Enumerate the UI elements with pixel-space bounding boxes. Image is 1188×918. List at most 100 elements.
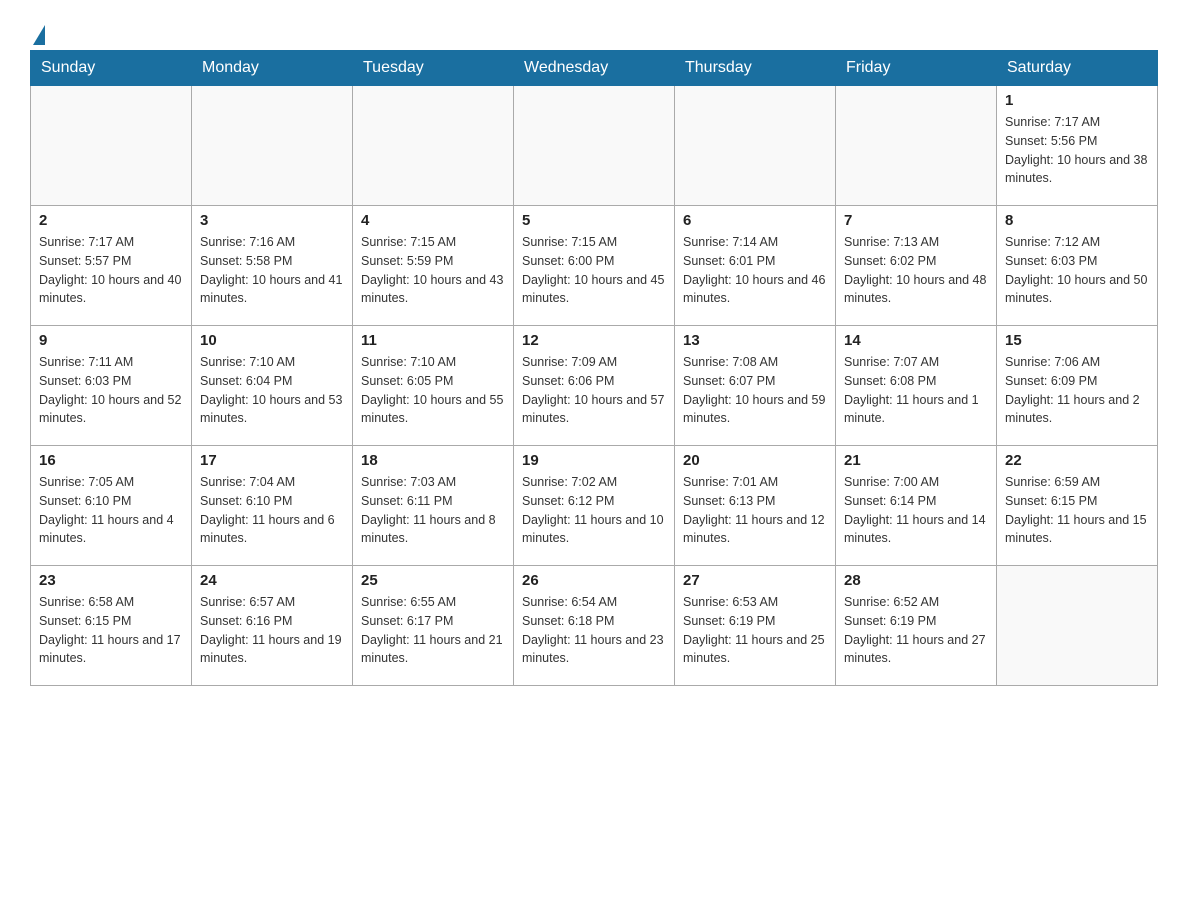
calendar-cell: 13 Sunrise: 7:08 AM Sunset: 6:07 PM Dayli… [675,326,836,446]
calendar-cell: 25 Sunrise: 6:55 AM Sunset: 6:17 PM Dayli… [353,566,514,686]
calendar-week-row: 9Sunrise: 7:11 AM Sunset: 6:03 PM Daylig… [31,326,1158,446]
day-info: Sunrise: 7:12 AM Sunset: 6:03 PM Dayligh… [1005,233,1149,308]
calendar-cell: 26 Sunrise: 6:54 AM Sunset: 6:18 PM Dayli… [514,566,675,686]
day-info: Sunrise: 7:04 AM Sunset: 6:10 PM Dayligh… [200,473,344,548]
calendar-week-row: 2 Sunrise: 7:17 AM Sunset: 5:57 PM Daylig… [31,206,1158,326]
day-number: 23 [39,572,183,589]
calendar-cell: 1Sunrise: 7:17 AM Sunset: 5:56 PM Daylig… [997,86,1158,206]
day-number: 19 [522,452,666,469]
day-info: Sunrise: 7:09 AM Sunset: 6:06 PM Dayligh… [522,353,666,428]
calendar-cell: 2 Sunrise: 7:17 AM Sunset: 5:57 PM Daylig… [31,206,192,326]
day-number: 16 [39,452,183,469]
calendar-cell: 23 Sunrise: 6:58 AM Sunset: 6:15 PM Dayli… [31,566,192,686]
calendar-week-row: 1Sunrise: 7:17 AM Sunset: 5:56 PM Daylig… [31,86,1158,206]
day-number: 2 [39,212,183,229]
day-number: 26 [522,572,666,589]
day-number: 25 [361,572,505,589]
day-number: 14 [844,332,988,349]
calendar-cell: 9Sunrise: 7:11 AM Sunset: 6:03 PM Daylig… [31,326,192,446]
day-number: 20 [683,452,827,469]
calendar-cell [836,86,997,206]
column-header-sunday: Sunday [31,51,192,86]
day-number: 24 [200,572,344,589]
day-number: 10 [200,332,344,349]
day-info: Sunrise: 7:17 AM Sunset: 5:57 PM Dayligh… [39,233,183,308]
calendar-cell [353,86,514,206]
calendar-cell: 19 Sunrise: 7:02 AM Sunset: 6:12 PM Dayli… [514,446,675,566]
day-info: Sunrise: 7:06 AM Sunset: 6:09 PM Dayligh… [1005,353,1149,428]
day-number: 6 [683,212,827,229]
day-info: Sunrise: 7:01 AM Sunset: 6:13 PM Dayligh… [683,473,827,548]
calendar-cell: 20 Sunrise: 7:01 AM Sunset: 6:13 PM Dayli… [675,446,836,566]
day-info: Sunrise: 7:14 AM Sunset: 6:01 PM Dayligh… [683,233,827,308]
calendar-cell: 6 Sunrise: 7:14 AM Sunset: 6:01 PM Daylig… [675,206,836,326]
day-number: 8 [1005,212,1149,229]
calendar-cell: 18 Sunrise: 7:03 AM Sunset: 6:11 PM Dayli… [353,446,514,566]
day-info: Sunrise: 7:07 AM Sunset: 6:08 PM Dayligh… [844,353,988,428]
column-header-monday: Monday [192,51,353,86]
logo-triangle-icon [33,25,45,45]
day-info: Sunrise: 7:16 AM Sunset: 5:58 PM Dayligh… [200,233,344,308]
calendar-cell: 5Sunrise: 7:15 AM Sunset: 6:00 PM Daylig… [514,206,675,326]
day-number: 5 [522,212,666,229]
day-info: Sunrise: 7:00 AM Sunset: 6:14 PM Dayligh… [844,473,988,548]
calendar-cell: 12 Sunrise: 7:09 AM Sunset: 6:06 PM Dayli… [514,326,675,446]
logo [30,20,45,40]
calendar-cell [192,86,353,206]
calendar-header-row: SundayMondayTuesdayWednesdayThursdayFrid… [31,51,1158,86]
day-number: 12 [522,332,666,349]
calendar-cell [997,566,1158,686]
day-info: Sunrise: 6:53 AM Sunset: 6:19 PM Dayligh… [683,593,827,668]
day-number: 22 [1005,452,1149,469]
day-info: Sunrise: 6:58 AM Sunset: 6:15 PM Dayligh… [39,593,183,668]
day-number: 4 [361,212,505,229]
day-number: 21 [844,452,988,469]
calendar-cell: 7 Sunrise: 7:13 AM Sunset: 6:02 PM Daylig… [836,206,997,326]
day-number: 3 [200,212,344,229]
day-number: 17 [200,452,344,469]
column-header-friday: Friday [836,51,997,86]
day-number: 15 [1005,332,1149,349]
day-info: Sunrise: 7:05 AM Sunset: 6:10 PM Dayligh… [39,473,183,548]
column-header-thursday: Thursday [675,51,836,86]
day-info: Sunrise: 7:03 AM Sunset: 6:11 PM Dayligh… [361,473,505,548]
calendar-week-row: 23 Sunrise: 6:58 AM Sunset: 6:15 PM Dayli… [31,566,1158,686]
calendar-cell: 21 Sunrise: 7:00 AM Sunset: 6:14 PM Dayli… [836,446,997,566]
day-info: Sunrise: 6:57 AM Sunset: 6:16 PM Dayligh… [200,593,344,668]
calendar-cell: 16 Sunrise: 7:05 AM Sunset: 6:10 PM Dayli… [31,446,192,566]
calendar-table: SundayMondayTuesdayWednesdayThursdayFrid… [30,50,1158,686]
calendar-cell: 15 Sunrise: 7:06 AM Sunset: 6:09 PM Dayli… [997,326,1158,446]
day-info: Sunrise: 6:59 AM Sunset: 6:15 PM Dayligh… [1005,473,1149,548]
day-number: 13 [683,332,827,349]
calendar-cell: 28Sunrise: 6:52 AM Sunset: 6:19 PM Dayli… [836,566,997,686]
calendar-cell: 24 Sunrise: 6:57 AM Sunset: 6:16 PM Dayli… [192,566,353,686]
day-number: 7 [844,212,988,229]
column-header-wednesday: Wednesday [514,51,675,86]
calendar-cell [675,86,836,206]
calendar-cell: 10Sunrise: 7:10 AM Sunset: 6:04 PM Dayli… [192,326,353,446]
day-info: Sunrise: 7:10 AM Sunset: 6:05 PM Dayligh… [361,353,505,428]
calendar-cell: 22 Sunrise: 6:59 AM Sunset: 6:15 PM Dayli… [997,446,1158,566]
calendar-cell: 8 Sunrise: 7:12 AM Sunset: 6:03 PM Daylig… [997,206,1158,326]
day-info: Sunrise: 7:08 AM Sunset: 6:07 PM Dayligh… [683,353,827,428]
calendar-cell: 17 Sunrise: 7:04 AM Sunset: 6:10 PM Dayli… [192,446,353,566]
calendar-cell: 27 Sunrise: 6:53 AM Sunset: 6:19 PM Dayli… [675,566,836,686]
day-info: Sunrise: 6:55 AM Sunset: 6:17 PM Dayligh… [361,593,505,668]
calendar-cell: 3 Sunrise: 7:16 AM Sunset: 5:58 PM Daylig… [192,206,353,326]
calendar-cell: 4Sunrise: 7:15 AM Sunset: 5:59 PM Daylig… [353,206,514,326]
calendar-week-row: 16 Sunrise: 7:05 AM Sunset: 6:10 PM Dayli… [31,446,1158,566]
calendar-cell: 14 Sunrise: 7:07 AM Sunset: 6:08 PM Dayli… [836,326,997,446]
day-info: Sunrise: 7:11 AM Sunset: 6:03 PM Dayligh… [39,353,183,428]
calendar-cell [514,86,675,206]
day-number: 28 [844,572,988,589]
day-number: 27 [683,572,827,589]
calendar-cell [31,86,192,206]
day-info: Sunrise: 7:02 AM Sunset: 6:12 PM Dayligh… [522,473,666,548]
page-header [30,20,1158,40]
day-number: 18 [361,452,505,469]
day-info: Sunrise: 6:54 AM Sunset: 6:18 PM Dayligh… [522,593,666,668]
day-number: 11 [361,332,505,349]
day-info: Sunrise: 7:13 AM Sunset: 6:02 PM Dayligh… [844,233,988,308]
column-header-tuesday: Tuesday [353,51,514,86]
day-info: Sunrise: 7:17 AM Sunset: 5:56 PM Dayligh… [1005,113,1149,188]
